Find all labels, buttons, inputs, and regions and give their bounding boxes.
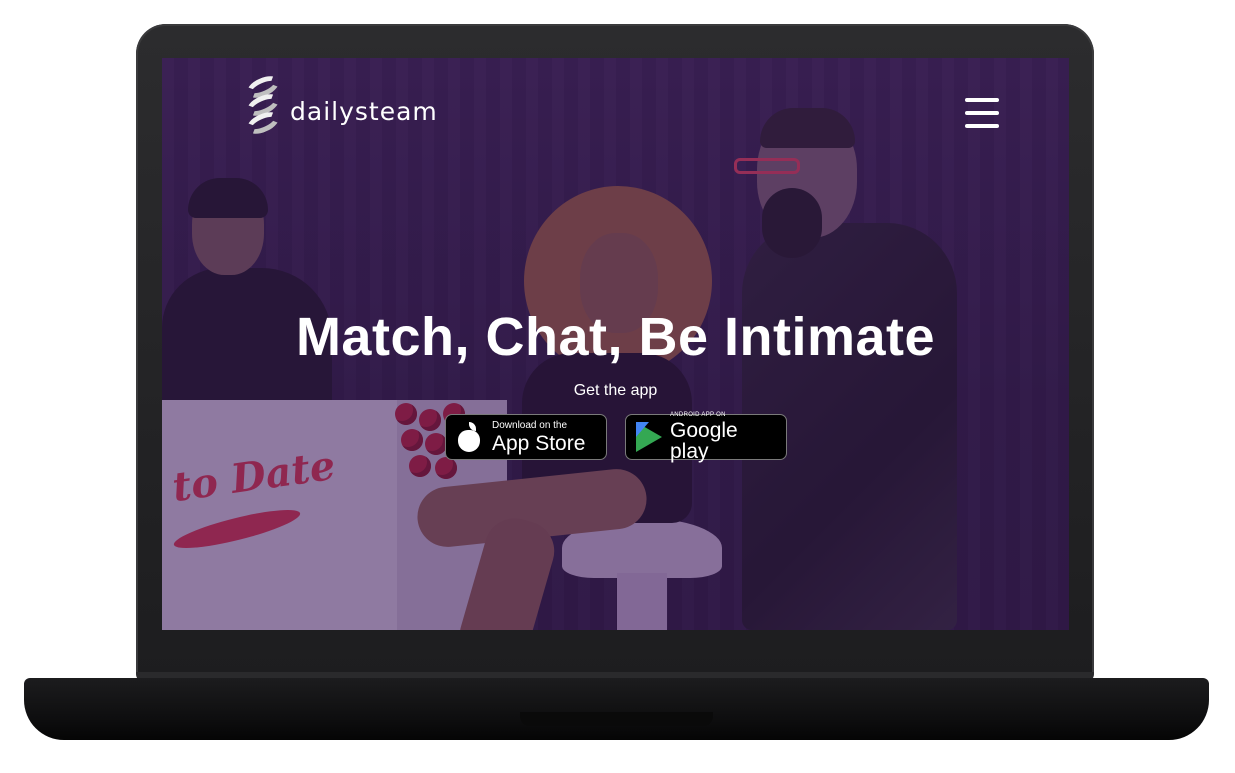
google-play-label: Google play — [670, 419, 738, 463]
website-screen: to Date dailysteam Match, Chat, Be Intim… — [162, 58, 1069, 630]
google-play-icon — [636, 422, 662, 452]
app-store-small-label: Download on the — [492, 419, 568, 431]
hamburger-icon[interactable] — [965, 98, 999, 128]
hero-subtitle: Get the app — [573, 382, 658, 399]
hero-title: Match, Chat, Be Intimate — [295, 307, 936, 367]
app-store-label: App Store — [492, 431, 586, 455]
logo-icon — [243, 71, 283, 148]
google-play-small-label: ANDROID APP ON — [670, 412, 726, 418]
app-store-button[interactable]: Download on the App Store — [445, 414, 607, 460]
logo-text: dailysteam — [290, 96, 438, 126]
apple-icon — [456, 422, 484, 452]
laptop-base — [24, 678, 1209, 740]
site-logo[interactable]: dailysteam — [243, 71, 438, 148]
laptop-notch — [520, 712, 713, 726]
google-play-button[interactable]: ANDROID APP ON Google play — [625, 412, 787, 463]
store-badges: Download on the App Store ANDROID APP ON… — [445, 412, 787, 463]
laptop-mockup: to Date dailysteam Match, Chat, Be Intim… — [0, 0, 1235, 773]
